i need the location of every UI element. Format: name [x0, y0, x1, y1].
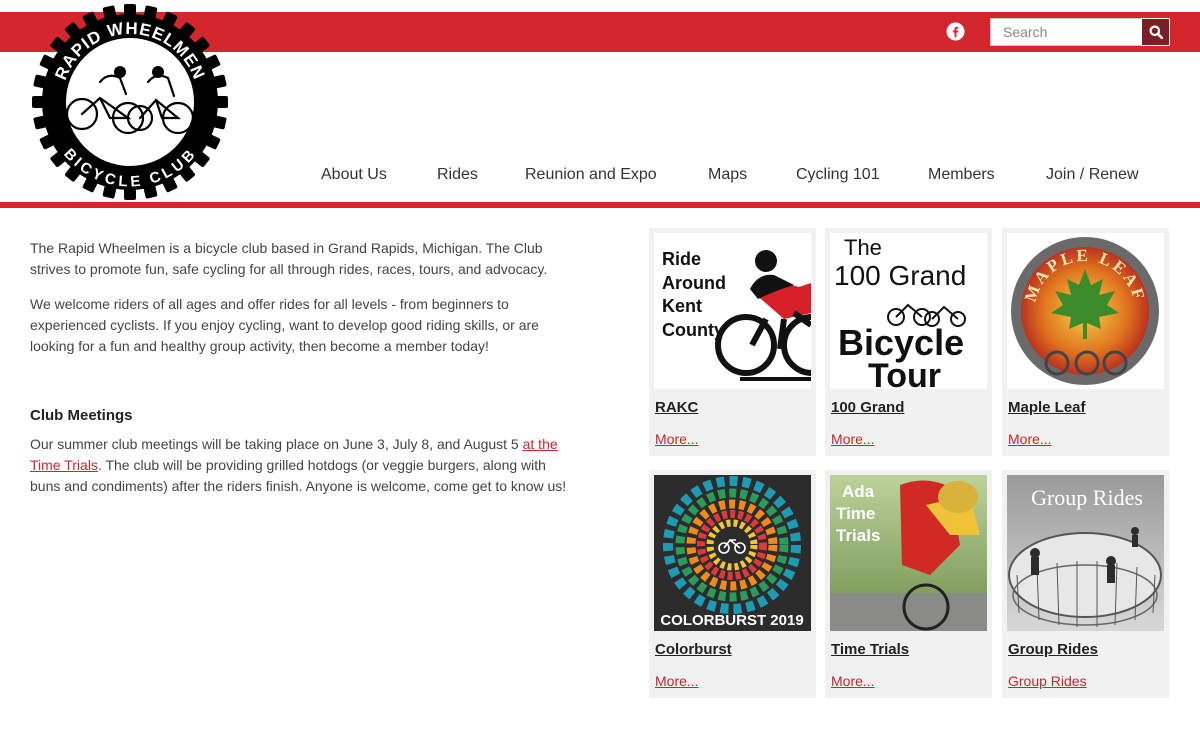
card-group-rides: Group Rides Group Rides Group Rides	[1002, 470, 1169, 698]
card-title-100-grand[interactable]: 100 Grand	[831, 399, 904, 416]
card-more-group-rides[interactable]: Group Rides	[1008, 673, 1087, 689]
card-title-rakc[interactable]: RAKC	[655, 399, 698, 416]
100-grand-image[interactable]: The 100 Grand Bicycle Tour	[830, 233, 987, 389]
card-rakc: Ride Around Kent County RAKC More...	[649, 228, 816, 456]
search-form	[990, 18, 1170, 46]
main-nav: About Us Rides Reunion and Expo Maps Cyc…	[0, 166, 1200, 188]
svg-text:100 Grand: 100 Grand	[834, 260, 966, 291]
svg-text:Group Rides: Group Rides	[1031, 485, 1143, 510]
nav-divider	[0, 202, 1200, 208]
intro-paragraph-2: We welcome riders of all ages and offer …	[30, 296, 539, 354]
nav-cycling-101[interactable]: Cycling 101	[796, 166, 880, 184]
nav-maps[interactable]: Maps	[708, 166, 747, 184]
card-maple-leaf: MAPLE LEAF Maple Leaf More...	[1002, 228, 1169, 456]
svg-text:Ada Time Trials: Ada Time Trials	[836, 482, 880, 545]
search-icon	[1149, 25, 1163, 39]
intro-content: The Rapid Wheelmen is a bicycle club bas…	[30, 238, 570, 511]
nav-rides[interactable]: Rides	[437, 166, 478, 184]
card-100-grand: The 100 Grand Bicycle Tour 100 Grand Mor…	[825, 228, 992, 456]
group-rides-image[interactable]: Group Rides	[1007, 475, 1164, 631]
nav-members[interactable]: Members	[928, 166, 995, 184]
card-title-group-rides[interactable]: Group Rides	[1008, 641, 1098, 658]
nav-reunion-and-expo[interactable]: Reunion and Expo	[525, 166, 657, 184]
time-trials-image[interactable]: Ada Time Trials	[830, 475, 987, 631]
card-more-rakc[interactable]: More...	[655, 431, 699, 447]
club-meetings-heading: Club Meetings	[30, 407, 133, 424]
card-title-time-trials[interactable]: Time Trials	[831, 641, 909, 658]
card-title-maple-leaf[interactable]: Maple Leaf	[1008, 399, 1086, 416]
search-input[interactable]	[990, 18, 1141, 46]
card-time-trials: Ada Time Trials Time Trials More...	[825, 470, 992, 698]
svg-text:The: The	[844, 235, 882, 260]
svg-text:Tour: Tour	[868, 357, 941, 389]
search-button[interactable]	[1141, 18, 1170, 46]
facebook-icon[interactable]	[946, 22, 965, 41]
colorburst-image[interactable]: COLORBURST 2019	[654, 475, 811, 631]
card-more-100-grand[interactable]: More...	[831, 431, 875, 447]
rakc-image[interactable]: Ride Around Kent County	[654, 233, 811, 389]
card-more-maple-leaf[interactable]: More...	[1008, 431, 1052, 447]
card-colorburst: COLORBURST 2019 Colorburst More...	[649, 470, 816, 698]
club-meetings-text: Our summer club meetings will be taking …	[30, 436, 567, 494]
nav-about-us[interactable]: About Us	[321, 166, 387, 184]
card-more-colorburst[interactable]: More...	[655, 673, 699, 689]
nav-join-renew[interactable]: Join / Renew	[1046, 166, 1139, 184]
intro-paragraph-1: The Rapid Wheelmen is a bicycle club bas…	[30, 240, 548, 277]
svg-text:COLORBURST 2019: COLORBURST 2019	[660, 612, 803, 629]
card-title-colorburst[interactable]: Colorburst	[655, 641, 732, 658]
card-more-time-trials[interactable]: More...	[831, 673, 875, 689]
maple-leaf-image[interactable]: MAPLE LEAF	[1007, 233, 1164, 389]
